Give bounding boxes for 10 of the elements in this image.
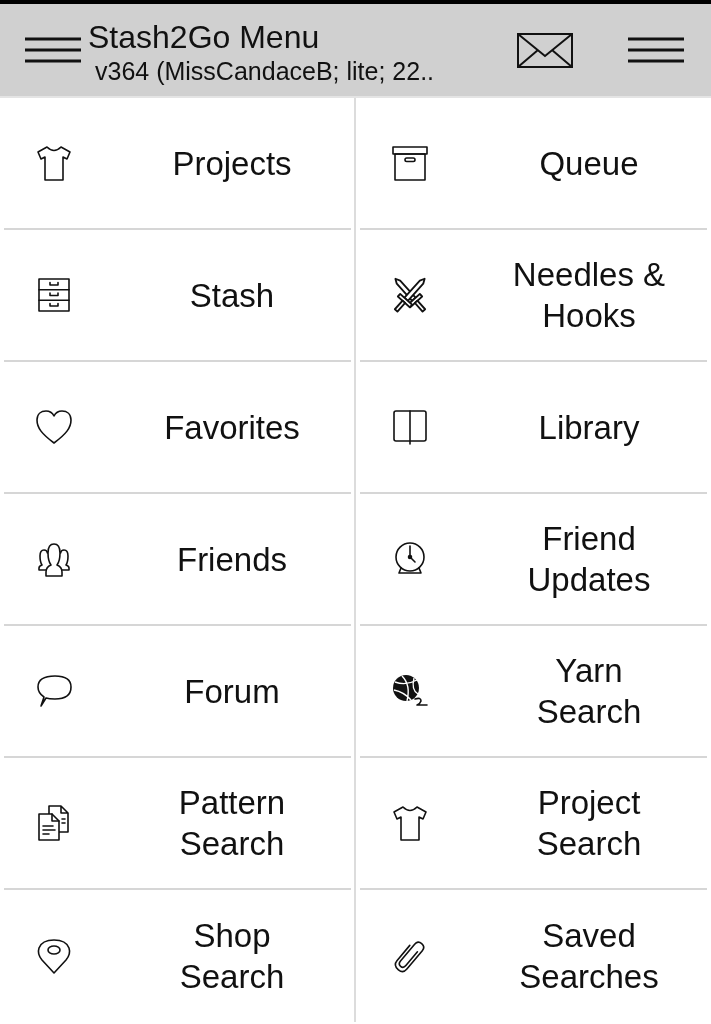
version-text: v364 (MissCandaceB; lite; 22.. — [95, 56, 435, 86]
shirt-icon — [390, 803, 430, 843]
mail-icon[interactable] — [517, 33, 573, 68]
shirt-icon — [34, 143, 74, 183]
menu-icon[interactable] — [25, 37, 81, 63]
menu-icon[interactable] — [628, 37, 684, 63]
book-icon — [390, 407, 430, 447]
heart-icon — [34, 407, 74, 447]
box-icon — [390, 143, 430, 183]
app-title: Stash2Go Menu — [88, 18, 321, 56]
